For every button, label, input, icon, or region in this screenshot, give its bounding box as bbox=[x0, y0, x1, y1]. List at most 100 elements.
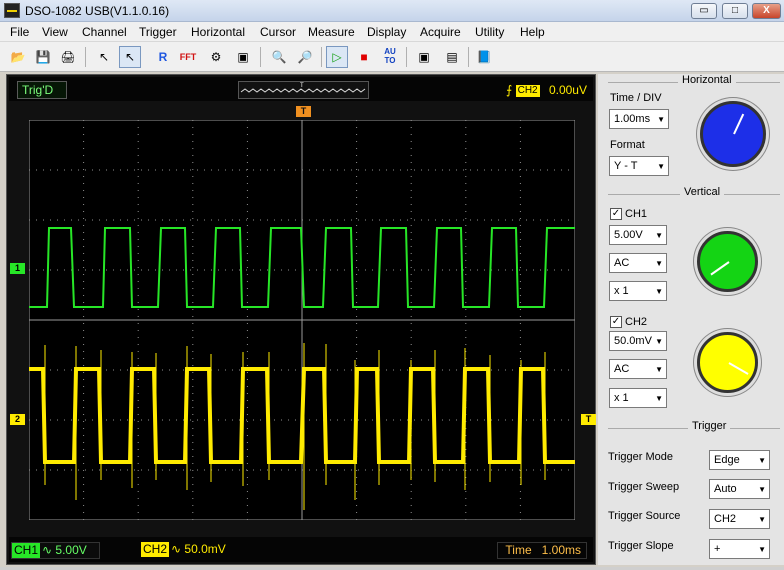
trigger-info: ⨍ CH2 0.00uV bbox=[506, 81, 587, 99]
ch2-knob-indicator bbox=[728, 361, 749, 375]
menu-measure[interactable]: Measure bbox=[308, 25, 355, 39]
ch1-ground-marker[interactable]: 1 bbox=[10, 263, 25, 274]
record-timeline: T bbox=[238, 81, 369, 99]
toolbar-separator bbox=[468, 47, 469, 67]
trigger-source-select[interactable]: CH2 bbox=[709, 509, 770, 529]
settings-icon[interactable]: ▤ bbox=[441, 46, 463, 68]
toolbar-separator bbox=[321, 47, 322, 67]
ch1-coupling-symbol: ∿ bbox=[42, 543, 53, 557]
reference-icon[interactable]: R bbox=[152, 46, 174, 68]
horizontal-knob[interactable] bbox=[700, 101, 766, 167]
trigger-group: Trigger Trigger Mode Edge Trigger Sweep … bbox=[608, 420, 780, 565]
time-div-label: Time / DIV bbox=[610, 92, 662, 104]
ch2-scale-value: 50.0mV bbox=[184, 542, 226, 556]
trigger-level-marker[interactable]: T bbox=[581, 414, 596, 425]
ch2-volts-knob[interactable] bbox=[697, 332, 758, 393]
zoom-in-icon[interactable]: 🔍 bbox=[268, 46, 290, 68]
close-button[interactable]: X bbox=[752, 3, 781, 19]
open-icon[interactable]: 📂 bbox=[7, 46, 29, 68]
trigger-source-label: Trigger Source bbox=[608, 510, 681, 522]
ch1-scale-readout: CH1 ∿ 5.00V bbox=[11, 542, 100, 559]
scope-icon[interactable]: ⚙ bbox=[205, 46, 227, 68]
toolbar-separator bbox=[85, 47, 86, 67]
horizontal-group: Horizontal Time / DIV 1.00ms Format Y - … bbox=[608, 74, 780, 192]
menu-horizontal[interactable]: Horizontal bbox=[191, 25, 245, 39]
vertical-title: Vertical bbox=[680, 186, 725, 198]
cursor-select-icon[interactable]: ↖ bbox=[93, 46, 115, 68]
ch2-coupling-select[interactable]: AC bbox=[609, 359, 667, 379]
trigger-status: Trig'D bbox=[17, 81, 67, 99]
ch2-enable-checkbox[interactable]: ✓ bbox=[610, 316, 622, 328]
ch2-coupling-symbol: ∿ bbox=[171, 542, 182, 556]
trigger-level: 0.00uV bbox=[548, 83, 587, 97]
time-div-select[interactable]: 1.00ms bbox=[609, 109, 669, 129]
print-icon[interactable]: 🖨 bbox=[57, 46, 79, 68]
toolbar-separator bbox=[406, 47, 407, 67]
menu-utility[interactable]: Utility bbox=[475, 25, 504, 39]
maximize-button[interactable]: □ bbox=[722, 3, 748, 19]
ch1-probe-select[interactable]: x 1 bbox=[609, 281, 667, 301]
fft-icon[interactable]: FFT bbox=[177, 46, 199, 68]
trigger-position-marker[interactable]: T bbox=[296, 106, 311, 117]
zoom-out-icon[interactable]: 🔎 bbox=[294, 46, 316, 68]
trigger-mode-label: Trigger Mode bbox=[608, 451, 674, 463]
app-icon bbox=[4, 3, 20, 18]
ch1-label: CH1 bbox=[625, 208, 648, 220]
scope-bottom-strip: CH1 ∿ 5.00V CH2 ∿ 50.0mV Time 1.00ms bbox=[9, 537, 593, 562]
menu-cursor[interactable]: Cursor bbox=[260, 25, 296, 39]
ch1-badge: CH1 bbox=[12, 543, 41, 558]
minimize-button[interactable]: ▭ bbox=[691, 3, 717, 19]
ch1-scale-value: 5.00V bbox=[55, 543, 87, 557]
time-value: 1.00ms bbox=[541, 543, 581, 557]
ch2-probe-select[interactable]: x 1 bbox=[609, 388, 667, 408]
trigger-sweep-select[interactable]: Auto bbox=[709, 479, 770, 499]
menu-trigger[interactable]: Trigger bbox=[139, 25, 177, 39]
menu-help[interactable]: Help bbox=[520, 25, 545, 39]
auto-icon[interactable]: AU TO bbox=[379, 46, 401, 68]
scope-top-strip: Trig'D T ⨍ CH2 0.00uV bbox=[9, 77, 593, 101]
format-label: Format bbox=[610, 139, 645, 151]
toolbar-separator bbox=[260, 47, 261, 67]
trigger-slope-label: Trigger Slope bbox=[608, 540, 674, 552]
window-titlebar: DSO-1082 USB(V1.1.0.16) ▭ □ X bbox=[0, 0, 784, 22]
timeline-wave-icon: T bbox=[240, 83, 366, 93]
save-icon[interactable]: 💾 bbox=[32, 46, 54, 68]
time-label: Time bbox=[505, 543, 532, 557]
svg-text:T: T bbox=[300, 83, 304, 89]
control-panel: Horizontal Time / DIV 1.00ms Format Y - … bbox=[598, 74, 784, 565]
ch2-ground-marker[interactable]: 2 bbox=[10, 414, 25, 425]
menu-file[interactable]: File bbox=[10, 25, 29, 39]
trigger-sweep-label: Trigger Sweep bbox=[608, 481, 680, 493]
menu-acquire[interactable]: Acquire bbox=[420, 25, 461, 39]
book-icon[interactable]: 📘 bbox=[473, 46, 495, 68]
ch1-coupling-select[interactable]: AC bbox=[609, 253, 667, 273]
horizontal-knob-indicator bbox=[733, 113, 745, 135]
stop-icon[interactable]: ■ bbox=[353, 46, 375, 68]
ch2-label: CH2 bbox=[625, 316, 648, 328]
pointer-icon[interactable]: ↖ bbox=[119, 46, 141, 68]
toolbar: 📂 💾 🖨 ↖ ↖ R FFT ⚙ ▣ 🔍 🔎 ▷ ■ AU TO ▣ ▤ 📘 bbox=[0, 42, 784, 72]
trigger-title: Trigger bbox=[688, 420, 731, 432]
time-base-readout: Time 1.00ms bbox=[497, 542, 587, 559]
window-title: DSO-1082 USB(V1.1.0.16) bbox=[25, 4, 170, 18]
menu-view[interactable]: View bbox=[42, 25, 68, 39]
trigger-mode-select[interactable]: Edge bbox=[709, 450, 770, 470]
ch1-volts-select[interactable]: 5.00V bbox=[609, 225, 667, 245]
ch1-enable-checkbox[interactable]: ✓ bbox=[610, 208, 622, 220]
menu-display[interactable]: Display bbox=[367, 25, 406, 39]
menu-channel[interactable]: Channel bbox=[82, 25, 127, 39]
ch2-volts-select[interactable]: 50.0mV bbox=[609, 331, 667, 351]
format-select[interactable]: Y - T bbox=[609, 156, 669, 176]
ch2-scale-readout: CH2 ∿ 50.0mV bbox=[141, 542, 233, 559]
oscilloscope-display[interactable]: Trig'D T ⨍ CH2 0.00uV T 1 2 T CH1 ∿ 5.00… bbox=[6, 74, 596, 565]
rising-edge-icon: ⨍ bbox=[505, 83, 513, 97]
run-icon[interactable]: ▷ bbox=[326, 46, 348, 68]
ch1-volts-knob[interactable] bbox=[697, 231, 758, 292]
waveform-grid[interactable] bbox=[29, 120, 575, 520]
trigger-slope-select[interactable]: + bbox=[709, 539, 770, 559]
capture-icon[interactable]: ▣ bbox=[413, 46, 435, 68]
ch2-badge: CH2 bbox=[141, 542, 170, 557]
menu-bar: File View Channel Trigger Horizontal Cur… bbox=[0, 22, 784, 42]
horizontal-title: Horizontal bbox=[678, 74, 736, 86]
picture-icon[interactable]: ▣ bbox=[232, 46, 254, 68]
